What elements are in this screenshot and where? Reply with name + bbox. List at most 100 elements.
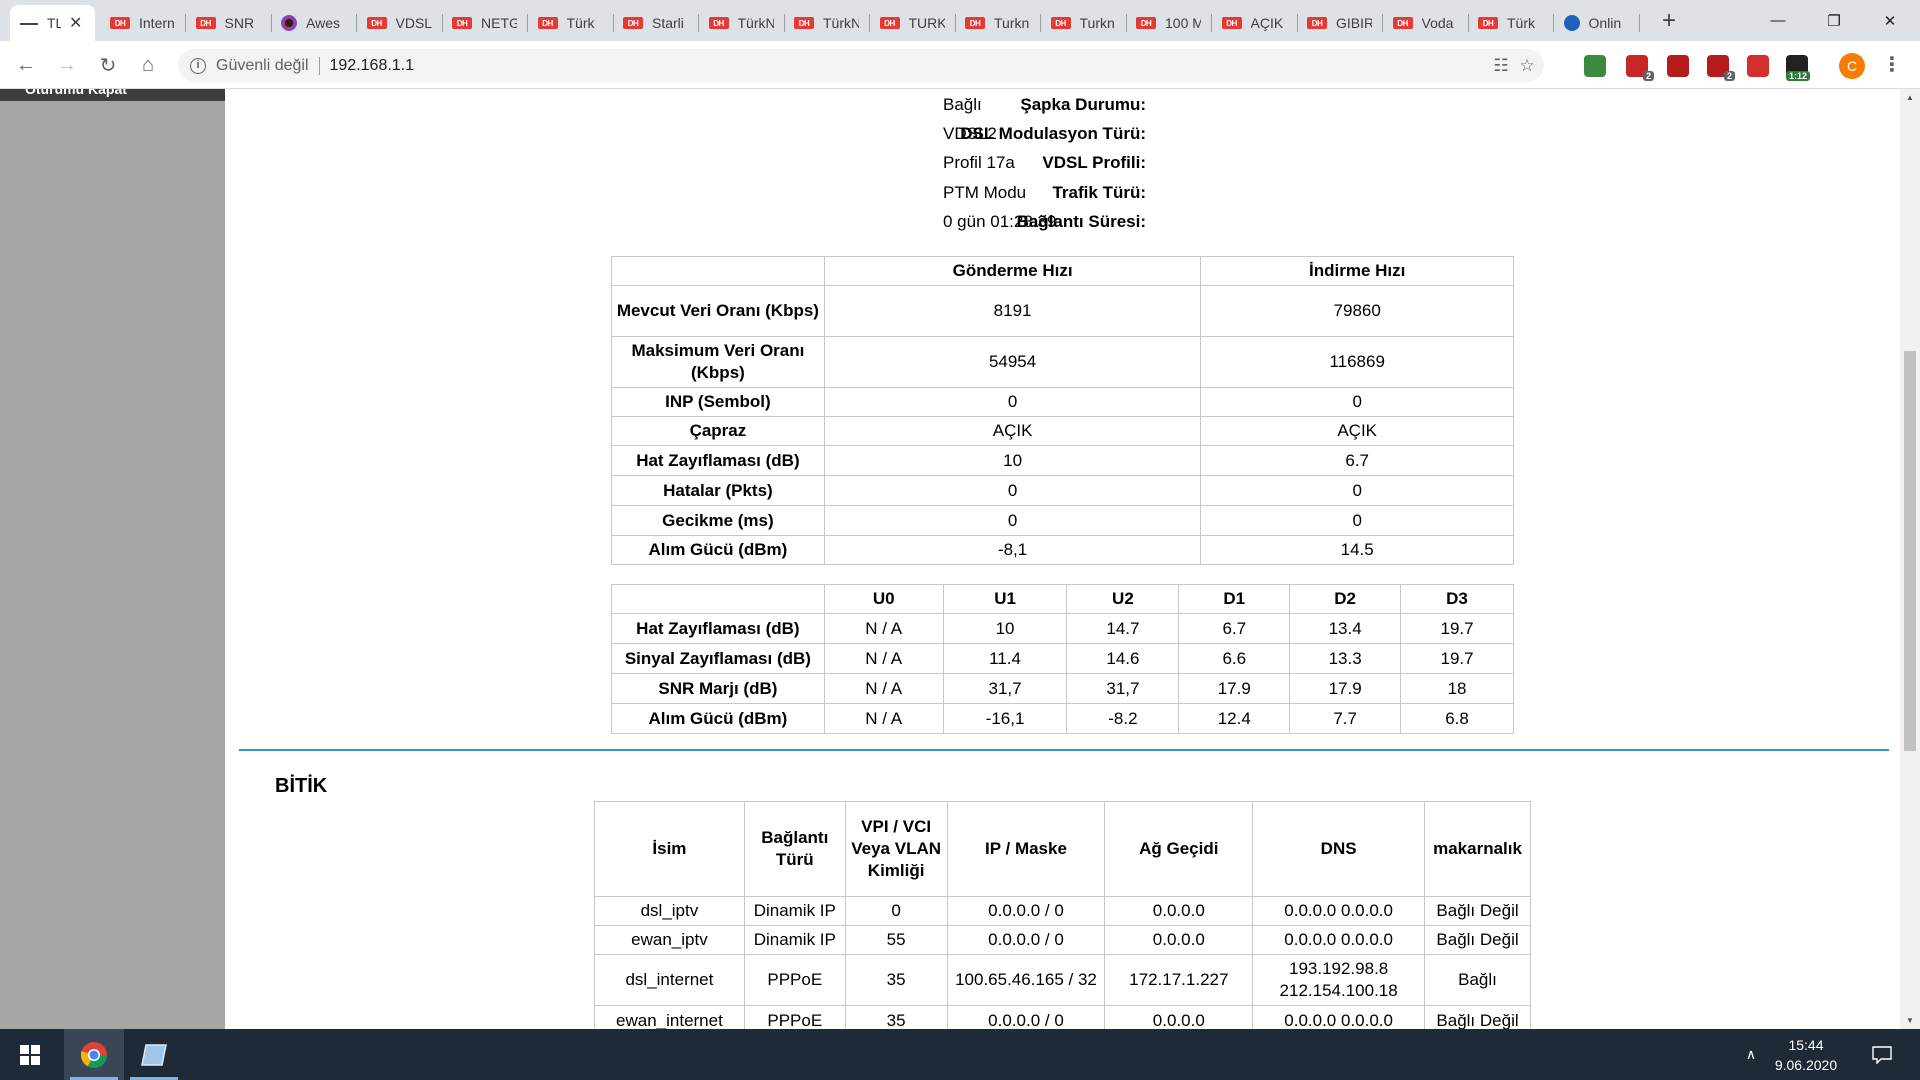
wan-ip-cell: 0.0.0.0 / 0 [946,896,1106,926]
tab-item[interactable]: DH TürkN [784,5,869,41]
notifications-icon[interactable] [1862,1029,1902,1080]
forward-icon[interactable]: → [51,49,83,81]
band-value: 18 [1400,673,1514,704]
download-value: 0 [1200,387,1514,417]
taskbar-clock[interactable]: 15:44 9.06.2020 [1756,1035,1856,1075]
tab-item[interactable]: DH NETG [442,5,527,41]
app-icon [141,1043,167,1066]
section-divider [239,749,1889,751]
timer-extension-icon[interactable]: 1:12 [1785,55,1810,81]
column-header: U0 [823,584,944,614]
taskbar-app[interactable] [124,1029,184,1080]
tab-item[interactable]: DH TürkN [699,5,784,41]
tab-item[interactable]: DH VDSL [357,5,442,41]
tab-item[interactable]: DH Turkn [1041,5,1126,41]
info-icon[interactable]: i [190,57,206,74]
scrollbar-thumb[interactable] [1904,351,1916,751]
column-header: U2 [1066,584,1180,614]
download-value: 6.7 [1200,445,1514,476]
tab-title[interactable]: SNR [225,15,261,31]
new-tab-button[interactable]: + [1655,8,1683,36]
security-label[interactable]: Güvenli değil [216,57,309,75]
tab-item[interactable]: DH Turkn [955,5,1040,41]
bookmark-star-icon[interactable]: ☆ [1516,55,1538,77]
wan-ip-cell: 0.0.0.0 / 0 [946,925,1106,955]
tab-title[interactable]: Türk [567,15,603,31]
shield-extension-icon[interactable]: 2 [1626,55,1654,81]
tab-item[interactable]: DH Türk [1468,5,1553,41]
tab-item[interactable]: DH Starli [613,5,698,41]
page-viewport: Oturumu Kapat Şapka Durumu: Bağlı DSL Mo… [0,89,1920,1029]
tab-item[interactable]: Awes [271,5,356,41]
band-value: 6.7 [1178,613,1291,644]
scroll-up-icon[interactable]: ▲ [1900,89,1920,106]
tab-title[interactable]: NETG [481,15,517,31]
tab-item[interactable]: DH GIBIR [1297,5,1382,41]
tab-title[interactable]: GIBIR [1336,15,1372,31]
extension-badge: 1:12 [1785,71,1810,81]
profile-avatar[interactable]: C [1839,53,1865,79]
band-value: 10 [942,613,1068,644]
tab-title[interactable]: 100 M [1165,15,1201,31]
minimize-button[interactable]: — [1750,0,1806,41]
browser-toolbar: ← → ↻ ⌂ i Güvenli değil 192.168.1.1 ☷ ☆ … [0,41,1920,89]
tab-title[interactable]: AÇIK [1251,15,1287,31]
status-value: Profil 17a [943,153,1015,172]
url-text[interactable]: 192.168.1.1 [330,57,415,75]
vertical-scrollbar[interactable]: ▲ ▼ [1900,89,1920,1029]
tab-title[interactable]: Starli [652,15,688,31]
play-extension-icon[interactable] [1747,55,1769,77]
dh-icon: DH [879,17,900,29]
tab-title[interactable]: Onlin [1589,15,1629,31]
translate-icon[interactable]: ☷ [1490,55,1512,77]
address-bar[interactable]: i Güvenli değil 192.168.1.1 ☷ ☆ [178,49,1544,82]
tab-title[interactable]: TürkN [738,15,774,31]
tab-title[interactable]: TL [47,15,61,31]
tab-title[interactable]: TURK [909,15,945,31]
status-row: Şapka Durumu: Bağlı [225,95,1900,119]
tab-title[interactable]: Turkn [994,15,1030,31]
column-header: makarnalık [1424,801,1531,897]
ublock-extension-icon[interactable]: 2 [1707,55,1735,81]
tab-title[interactable]: Türk [1507,15,1543,31]
tab-item[interactable]: DH Voda [1383,5,1468,41]
table-row: Alım Gücü (dBm) N / A -16,1 -8.2 12.4 7.7 6.8 [611,703,1514,734]
tab-item[interactable]: DH Türk [528,5,613,41]
taskbar-chrome[interactable] [64,1029,124,1080]
bird-icon [1563,15,1580,31]
maximize-button[interactable]: ❐ [1806,0,1862,41]
row-label: SNR Marjı (dB) [611,673,825,704]
d-extension-icon[interactable] [1667,55,1689,77]
dh-icon: DH [1478,17,1498,29]
home-icon[interactable]: ⌂ [132,49,164,81]
tab-item[interactable]: DH 100 M [1126,5,1211,41]
tab-item[interactable]: DH Intern [100,5,185,41]
tab-title[interactable]: Intern [139,15,175,31]
windows-taskbar: ∧ 15:44 9.06.2020 [0,1029,1920,1080]
wan-vlan-cell: 35 [844,1005,948,1029]
tab-title[interactable]: Awes [306,15,346,31]
tab-item[interactable]: Onlin [1554,5,1639,41]
close-window-button[interactable]: ✕ [1862,0,1918,41]
tab-title[interactable]: Voda [1422,15,1458,31]
tab-close-icon[interactable]: ✕ [69,13,82,33]
sidebar-logout-item[interactable]: Oturumu Kapat [0,89,225,101]
scroll-down-icon[interactable]: ▼ [1900,1012,1920,1029]
table-row: ewan_internet PPPoE 35 0.0.0.0 / 0 0.0.0.0 0.… [594,1005,1531,1029]
tab-title[interactable]: VDSL [396,15,432,31]
tab-title[interactable]: TürkN [823,15,859,31]
tab-item[interactable]: DH TURK [870,5,955,41]
start-button[interactable] [0,1029,60,1080]
tab-item[interactable]: TL ✕ [10,5,95,41]
tab-item[interactable]: DH AÇIK [1212,5,1297,41]
tab-item[interactable]: DH SNR [186,5,271,41]
globe-extension-icon[interactable] [1584,55,1606,77]
reload-icon[interactable]: ↻ [92,49,124,81]
back-icon[interactable]: ← [10,49,42,81]
wan-gateway-cell: 172.17.1.227 [1104,954,1254,1006]
menu-kebab-icon[interactable]: ⋮ [1882,53,1902,79]
tab-title[interactable]: Turkn [1080,15,1116,31]
download-value: 14.5 [1200,535,1514,565]
band-value: -8.2 [1066,703,1180,734]
sidebar-logout-label[interactable]: Oturumu Kapat [25,89,127,97]
